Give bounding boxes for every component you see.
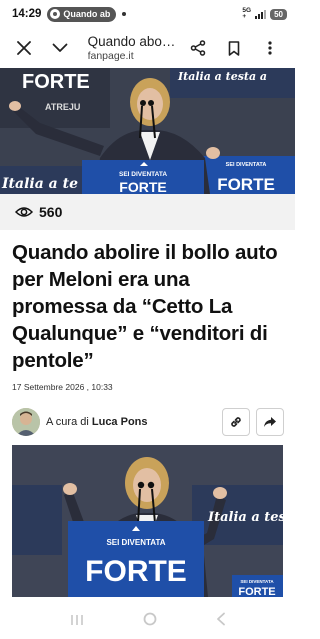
- close-button[interactable]: [8, 31, 40, 65]
- hero-sign-right-top: SEI DIVENTATA: [226, 162, 267, 168]
- hero-sign-right-main: FORTE: [217, 175, 275, 194]
- home-button[interactable]: [143, 612, 157, 631]
- article-banner-right: Italia a testa: [207, 510, 283, 525]
- network-plus: +: [242, 13, 247, 20]
- article-sign-right-main: FORTE: [238, 586, 275, 597]
- notification-dot-icon: [122, 12, 127, 16]
- copy-link-button[interactable]: [222, 408, 250, 436]
- author-avatar[interactable]: [12, 408, 40, 436]
- hero-banner-right: Italia a testa a: [177, 70, 267, 83]
- hero-italia-left: Italia a te: [1, 176, 78, 192]
- notification-pill[interactable]: Quando ab: [47, 6, 117, 22]
- share-arrow-icon: [264, 417, 276, 427]
- link-icon: [231, 417, 241, 427]
- more-vert-icon: [268, 41, 272, 55]
- share-article-button[interactable]: [256, 408, 284, 436]
- author-name[interactable]: Luca Pons: [92, 416, 148, 428]
- signal-icon: [255, 9, 267, 19]
- chevron-down-icon: [52, 43, 68, 52]
- share-button[interactable]: [181, 31, 215, 65]
- hero-podium-sign-top: SEI DIVENTATA: [119, 171, 167, 178]
- hero-image: SEI DIVENTATA FORTE FORTE ATREJU Italia …: [0, 68, 295, 194]
- recents-icon: [70, 614, 83, 625]
- hero-photo: SEI DIVENTATA FORTE FORTE ATREJU Italia …: [0, 68, 295, 194]
- page-url: fanpage.it: [87, 50, 134, 62]
- home-icon: [143, 612, 156, 626]
- more-options-button[interactable]: [253, 31, 287, 65]
- article-headline: Quando abolire il bollo auto per Meloni …: [12, 241, 278, 372]
- article-photo: SEI DIVENTATA FORTE Italia a testa SEI D…: [12, 445, 283, 597]
- share-icon: [190, 40, 206, 56]
- article-sign-right-top: SEI DIVENTATA: [240, 579, 274, 584]
- author-byline: A cura di Luca Pons: [46, 416, 148, 428]
- battery-icon: 50: [270, 8, 287, 20]
- views-row: 560: [0, 194, 295, 230]
- back-icon: [216, 612, 225, 626]
- eye-icon: [15, 207, 33, 217]
- status-bar: 14:29 Quando ab 5G + 50: [0, 0, 295, 28]
- page-info[interactable]: Quando abo… fanpage.it: [88, 33, 181, 63]
- close-icon: [16, 41, 31, 55]
- network-label: 5G +: [242, 7, 251, 20]
- system-nav-bar: [0, 604, 295, 639]
- views-count: 560: [39, 204, 63, 220]
- collapse-button[interactable]: [44, 31, 76, 65]
- author-row: A cura di Luca Pons: [12, 404, 284, 440]
- hero-banner-sub: ATREJU: [45, 102, 80, 112]
- chrome-icon: [50, 9, 61, 19]
- hero-podium-sign-main: FORTE: [119, 179, 166, 194]
- bookmark-button[interactable]: [217, 31, 251, 65]
- status-time: 14:29: [12, 8, 42, 20]
- hero-banner-left: FORTE: [22, 71, 90, 93]
- author-prefix: A cura di: [46, 416, 89, 428]
- article-podium-sign-main: FORTE: [85, 555, 187, 588]
- page-title: Quando abo…: [87, 34, 176, 49]
- back-button[interactable]: [216, 612, 226, 631]
- article-podium-sign-top: SEI DIVENTATA: [106, 538, 165, 547]
- avatar-photo: [12, 408, 40, 436]
- article-date: 17 Settembre 2026 , 10:33: [12, 382, 113, 392]
- notification-pill-label: Quando ab: [63, 9, 111, 19]
- article-image: SEI DIVENTATA FORTE Italia a testa SEI D…: [12, 445, 283, 597]
- browser-toolbar: Quando abo… fanpage.it: [0, 28, 295, 68]
- bookmark-icon: [228, 40, 240, 56]
- recents-button[interactable]: [70, 613, 84, 631]
